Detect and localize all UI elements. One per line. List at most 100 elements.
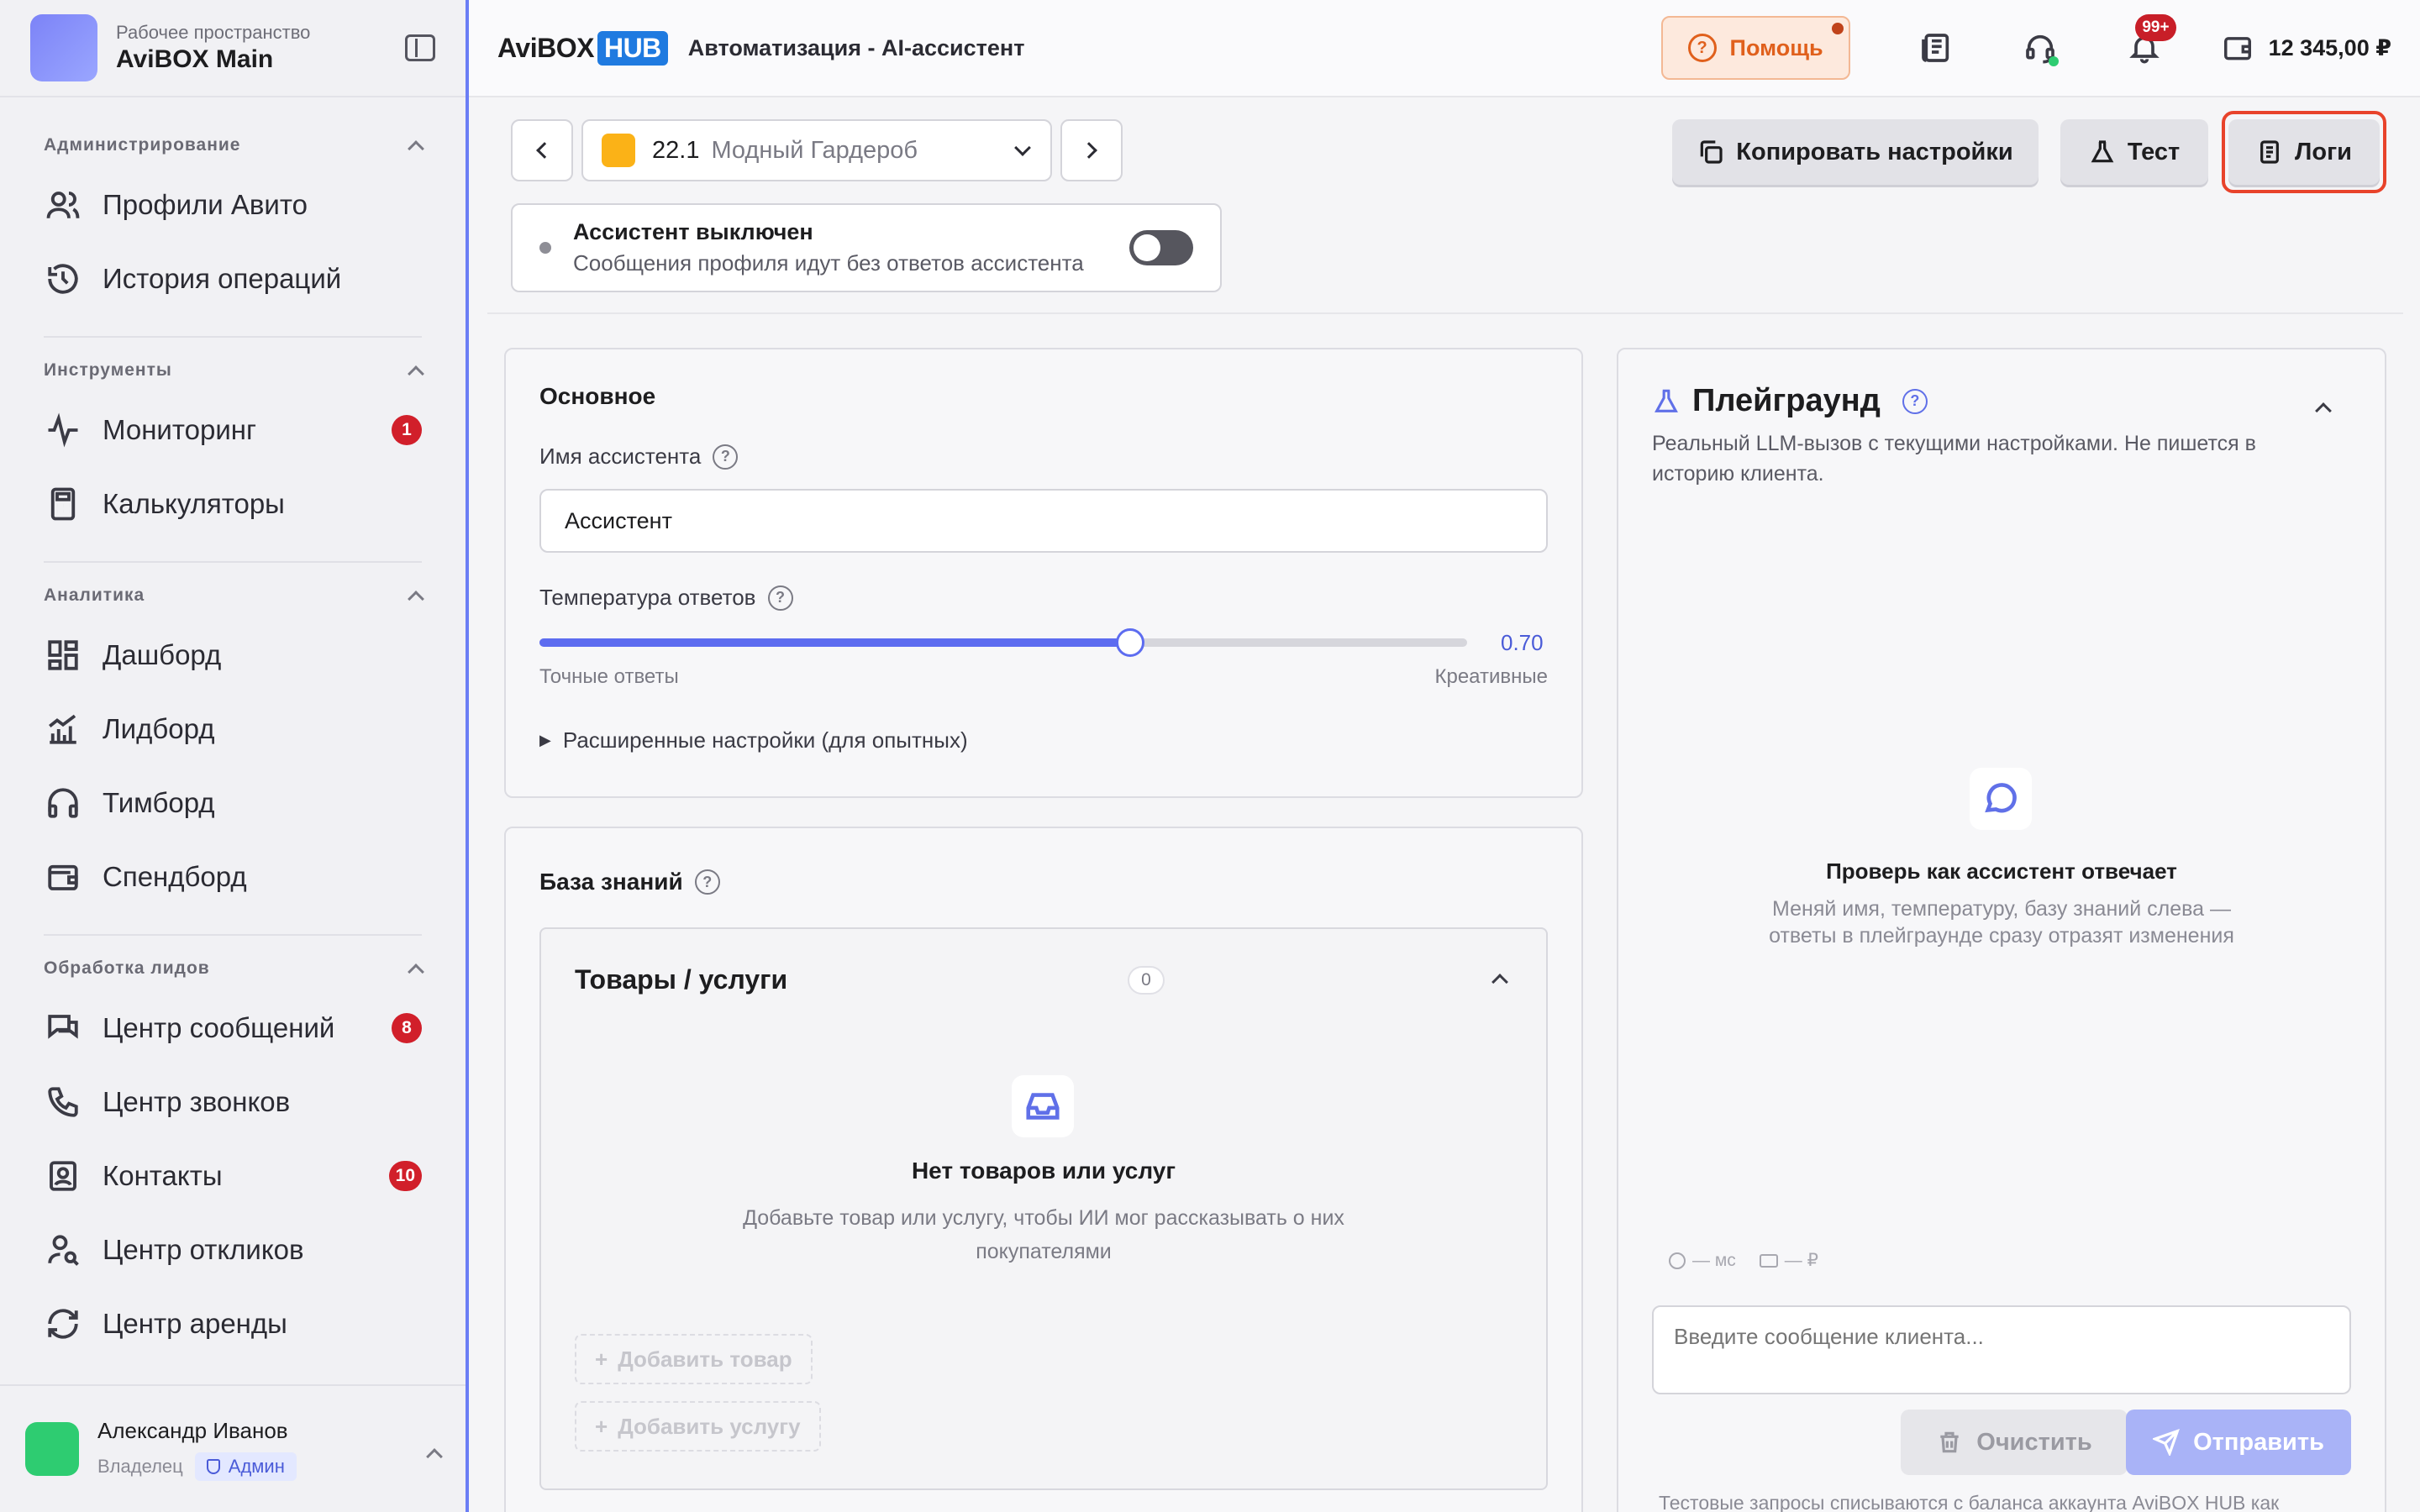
temperature-label: Температура ответов? [539,585,793,611]
user-name: Александр Иванов [97,1417,288,1443]
sidebar-item-profiles[interactable]: Профили Авито [0,168,466,242]
sidebar-item-spendboard[interactable]: Спендборд [0,840,466,914]
sidebar: Рабочее пространство AviBOX Main Админис… [0,0,469,1512]
basic-settings-title: Основное [539,383,656,409]
sidebar-item-label: Центр сообщений [103,1012,335,1043]
calculator-icon [44,485,82,523]
sidebar-item-label: Центр аренды [103,1308,287,1339]
clear-button[interactable]: Очистить [1901,1410,2128,1475]
refresh-icon [44,1305,82,1343]
add-service-button[interactable]: + Добавить услугу [575,1401,821,1452]
notification-count-badge: 99+ [2135,14,2176,41]
sidebar-item-label: Тимборд [103,787,215,818]
messages-icon [44,1009,82,1047]
sidebar-item-label: Мониторинг [103,414,257,445]
workspace-name: AviBOX Main [116,45,274,73]
headphones-icon [44,784,82,822]
add-product-button[interactable]: + Добавить товар [575,1334,813,1384]
section-title: Инструменты [44,360,172,380]
count-badge: 10 [388,1161,422,1191]
support-button[interactable] [2008,16,2072,80]
assistant-name-input[interactable]: Ассистент [539,489,1548,553]
label-text: Имя ассистента [539,444,702,469]
sidebar-item-history[interactable]: История операций [0,242,466,316]
send-button[interactable]: Отправить [2126,1410,2351,1475]
brand-hub: HUB [597,30,668,66]
slider-thumb[interactable] [1115,628,1144,657]
next-profile-button[interactable] [1060,119,1123,181]
sidebar-item-dashboard[interactable]: Дашборд [0,618,466,692]
topbar: AviBOX HUB Автоматизация - AI-ассистент … [469,0,2420,97]
profile-name: Модный Гардероб [711,136,918,164]
sidebar-item-rental[interactable]: Центр аренды [0,1287,466,1361]
help-icon: ? [1687,34,1717,62]
section-header[interactable]: Инструменты [0,348,466,393]
client-message-input[interactable] [1652,1305,2351,1394]
advanced-settings-label: Расширенные настройки (для опытных) [562,727,968,753]
sidebar-item-label: Центр откликов [103,1234,304,1265]
newspaper-icon [1921,34,1949,62]
sidebar-item-leadboard[interactable]: Лидборд [0,692,466,766]
brand-logo[interactable]: AviBOX HUB [497,30,668,66]
assistant-toggle[interactable] [1129,230,1193,265]
money-icon [1759,1253,1778,1268]
sidebar-item-label: Контакты [103,1160,223,1191]
flask-icon [1655,389,1678,412]
plus-icon: + [595,1413,608,1439]
cost-value: — ₽ [1784,1251,1818,1270]
sidebar-item-label: Дашборд [103,639,222,670]
nav-section-tools: Инструменты Мониторинг 1 Калькуляторы [0,348,466,541]
inbox-icon [1012,1075,1074,1137]
user-menu[interactable]: Александр Иванов Владелец Админ [0,1384,466,1512]
news-button[interactable] [1904,16,1968,80]
collapse-sidebar-icon[interactable] [405,34,435,61]
sidebar-item-calculators[interactable]: Калькуляторы [0,467,466,541]
status-subtitle: Сообщения профиля идут без ответов ассис… [573,250,1084,276]
section-header[interactable]: Администрирование [0,123,466,168]
section-header[interactable]: Обработка лидов [0,946,466,991]
prev-profile-button[interactable] [511,119,573,181]
help-icon[interactable]: ? [694,869,720,895]
copy-settings-button[interactable]: Копировать настройки [1672,119,2039,185]
balance-amount: 12 345,00 ₽ [2268,34,2391,60]
chevron-up-icon [408,140,424,157]
temperature-slider[interactable] [539,628,1467,657]
test-button[interactable]: Тест [2060,119,2208,185]
clear-label: Очистить [1976,1428,2092,1456]
help-button[interactable]: ? Помощь [1660,16,1850,80]
nav-section-analytics: Аналитика Дашборд Лидборд Тимборд Спендб… [0,573,466,914]
sidebar-item-label: Калькуляторы [103,488,285,519]
sidebar-item-responses[interactable]: Центр откликов [0,1213,466,1287]
sidebar-item-calls[interactable]: Центр звонков [0,1065,466,1139]
nav-section-admin: Администрирование Профили Авито История … [0,123,466,316]
copy-icon [1701,140,1723,164]
label-text: База знаний [539,869,683,895]
sidebar-item-teamboard[interactable]: Тимборд [0,766,466,840]
sidebar-item-monitoring[interactable]: Мониторинг 1 [0,393,466,467]
section-header[interactable]: Аналитика [0,573,466,618]
workspace-switcher[interactable]: Рабочее пространство AviBOX Main [0,0,466,97]
help-icon[interactable]: ? [1902,388,1928,414]
help-icon[interactable]: ? [767,585,793,611]
add-service-label: Добавить услугу [618,1413,801,1439]
notifications-button[interactable]: 99+ [2112,14,2176,80]
help-indicator-dot [1831,23,1844,34]
chevron-left-icon [536,142,553,159]
sidebar-item-messages[interactable]: Центр сообщений 8 [0,991,466,1065]
balance-button[interactable]: 12 345,00 ₽ [2222,32,2391,64]
assistant-status-card: Ассистент выключен Сообщения профиля иду… [511,203,1222,292]
shield-icon [206,1458,220,1474]
history-icon [44,260,82,298]
section-title: Обработка лидов [44,958,210,978]
profile-select[interactable]: 22.1 Модный Гардероб [581,119,1052,181]
empty-products-title: Нет товаров или услуг [911,1158,1176,1184]
help-icon[interactable]: ? [713,444,739,470]
advanced-settings-toggle[interactable]: ▶ Расширенные настройки (для опытных) [539,727,968,753]
products-group-title[interactable]: Товары / услуги [575,964,787,995]
bar-chart-icon [44,710,82,748]
playground-header: Плейграунд ? [1652,383,1928,419]
playground-title: Плейграунд [1692,383,1881,418]
empty-products-text: Добавьте товар или услугу, чтобы ИИ мог … [743,1206,1344,1263]
send-label: Отправить [2193,1428,2324,1456]
sidebar-item-contacts[interactable]: Контакты 10 [0,1139,466,1213]
